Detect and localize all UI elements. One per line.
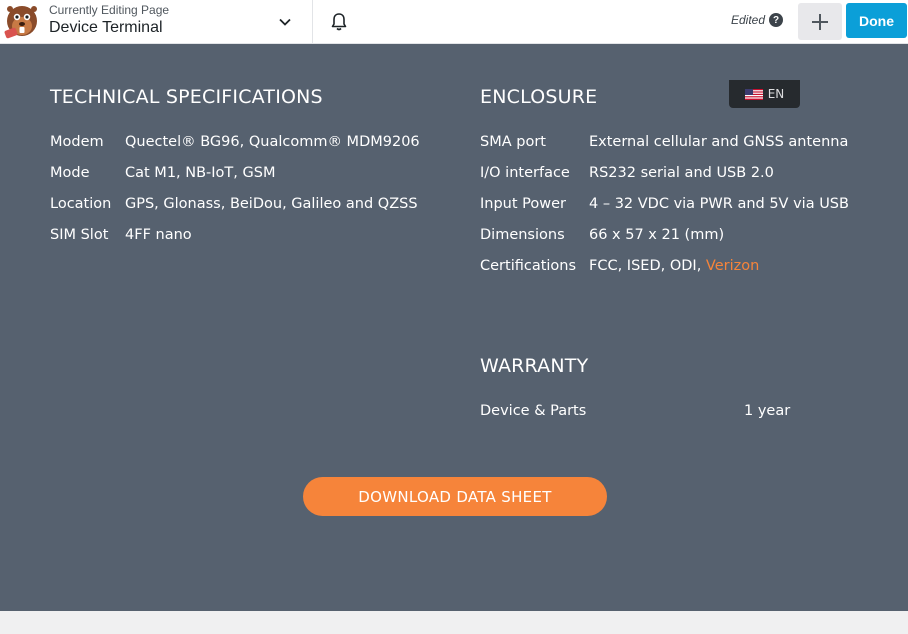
enclosure-value: 4 – 32 VDC via PWR and 5V via USB xyxy=(589,196,849,212)
warranty-label: Device & Parts xyxy=(480,403,587,419)
tech-specs-heading: TECHNICAL SPECIFICATIONS xyxy=(50,86,323,108)
page-selector[interactable]: Currently Editing Page Device Terminal xyxy=(49,3,169,38)
page-title: Device Terminal xyxy=(49,19,163,36)
enclosure-value: RS232 serial and USB 2.0 xyxy=(589,165,774,181)
enclosure-value: 66 x 57 x 21 (mm) xyxy=(589,227,725,243)
spec-label: SIM Slot xyxy=(50,227,109,243)
plus-icon xyxy=(812,13,828,30)
spec-value: Quectel® BG96, Qualcomm® MDM9206 xyxy=(125,134,420,150)
bell-icon[interactable] xyxy=(328,11,350,33)
enclosure-label: Dimensions xyxy=(480,227,565,243)
enclosure-value: External cellular and GNSS antenna xyxy=(589,134,849,150)
enclosure-label: SMA port xyxy=(480,134,546,150)
warranty-heading: WARRANTY xyxy=(480,355,589,377)
editor-toolbar: Currently Editing Page Device Terminal E… xyxy=(0,0,908,44)
download-data-sheet-button[interactable]: DOWNLOAD DATA SHEET xyxy=(303,477,607,516)
spec-label: Modem xyxy=(50,134,104,150)
language-switcher[interactable]: EN xyxy=(729,80,800,108)
spec-value: Cat M1, NB-IoT, GSM xyxy=(125,165,276,181)
enclosure-heading: ENCLOSURE xyxy=(480,86,598,108)
enclosure-label: I/O interface xyxy=(480,165,570,181)
spec-value: GPS, Glonass, BeiDou, Galileo and QZSS xyxy=(125,196,418,212)
done-button[interactable]: Done xyxy=(846,3,907,38)
edited-label: Edited xyxy=(731,13,766,27)
beaver-logo-icon[interactable] xyxy=(2,2,42,42)
chevron-down-icon[interactable] xyxy=(276,13,294,31)
warranty-value: 1 year xyxy=(744,403,791,419)
spec-value: 4FF nano xyxy=(125,227,192,243)
us-flag-icon xyxy=(744,88,763,100)
help-icon[interactable]: ? xyxy=(769,13,784,27)
certifications-text: FCC, ISED, ODI, xyxy=(589,258,706,274)
edited-status[interactable]: Edited ? xyxy=(731,13,784,27)
spec-label: Location xyxy=(50,196,112,212)
spec-label: Mode xyxy=(50,165,90,181)
verizon-link[interactable]: Verizon xyxy=(706,258,759,274)
add-content-button[interactable] xyxy=(798,3,842,40)
enclosure-label: Input Power xyxy=(480,196,566,212)
currently-editing-label: Currently Editing Page xyxy=(49,3,170,17)
enclosure-value: FCC, ISED, ODI, Verizon xyxy=(589,257,759,275)
language-label: EN xyxy=(767,87,785,101)
toolbar-divider xyxy=(312,0,313,44)
enclosure-label: Certifications xyxy=(480,258,577,274)
specs-section: EN TECHNICAL SPECIFICATIONS Modem Quecte… xyxy=(0,44,908,611)
